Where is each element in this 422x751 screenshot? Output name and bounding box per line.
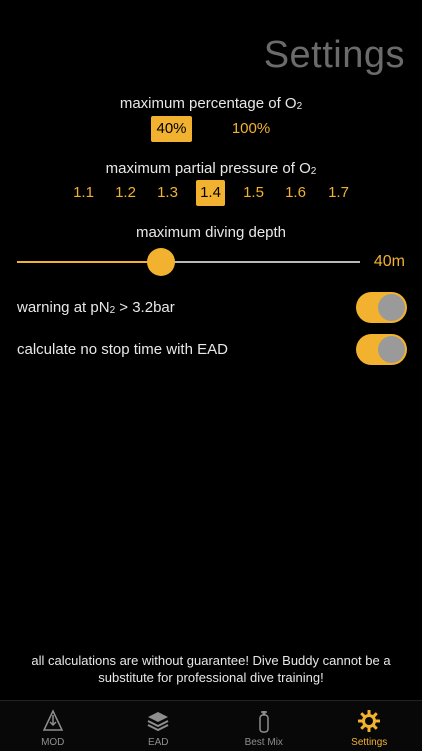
depth-slider-fill xyxy=(17,261,161,263)
o2-pressure-option-1-7[interactable]: 1.7 xyxy=(325,180,352,206)
o2-percentage-selector: 40% 100% xyxy=(0,116,422,142)
o2-percentage-option-40[interactable]: 40% xyxy=(151,116,192,142)
o2-pressure-option-1-5[interactable]: 1.5 xyxy=(240,180,267,206)
depth-label: maximum diving depth xyxy=(0,224,422,241)
tank-icon xyxy=(252,709,276,733)
toggle-knob xyxy=(378,294,405,321)
warning-toggle[interactable] xyxy=(356,292,407,323)
o2-pressure-option-1-4[interactable]: 1.4 xyxy=(196,180,225,206)
o2-percentage-option-100[interactable]: 100% xyxy=(228,116,274,142)
tab-ead[interactable]: EAD xyxy=(106,701,212,751)
no-stop-toggle[interactable] xyxy=(356,334,407,365)
o2-pressure-label: maximum partial pressure of O2 xyxy=(0,160,422,177)
o2-pressure-option-1-1[interactable]: 1.1 xyxy=(70,180,97,206)
mod-icon xyxy=(41,709,65,733)
o2-pressure-option-1-6[interactable]: 1.6 xyxy=(282,180,309,206)
o2-pressure-option-1-2[interactable]: 1.2 xyxy=(112,180,139,206)
depth-value: 40m xyxy=(374,253,405,271)
warning-label: warning at pN2 > 3.2bar xyxy=(17,299,175,316)
tab-bar: MOD EAD Best Mix xyxy=(0,700,422,751)
tab-label: EAD xyxy=(106,737,212,748)
page-title: Settings xyxy=(264,34,405,77)
layers-icon xyxy=(146,709,170,733)
tab-settings[interactable]: Settings xyxy=(317,701,422,751)
no-stop-label: calculate no stop time with EAD xyxy=(17,341,228,358)
tab-label: Settings xyxy=(317,737,422,748)
o2-pressure-selector: 1.1 1.2 1.3 1.4 1.5 1.6 1.7 xyxy=(0,180,422,206)
depth-slider-thumb[interactable] xyxy=(147,248,175,276)
toggle-knob xyxy=(378,336,405,363)
tab-mod[interactable]: MOD xyxy=(0,701,106,751)
o2-pressure-option-1-3[interactable]: 1.3 xyxy=(154,180,181,206)
disclaimer-text: all calculations are without guarantee! … xyxy=(10,652,412,686)
depth-slider[interactable] xyxy=(17,261,360,263)
tab-label: Best Mix xyxy=(211,737,317,748)
tab-best-mix[interactable]: Best Mix xyxy=(211,701,317,751)
o2-percentage-label: maximum percentage of O2 xyxy=(0,95,422,112)
gear-icon xyxy=(357,709,381,733)
tab-label: MOD xyxy=(0,737,106,748)
